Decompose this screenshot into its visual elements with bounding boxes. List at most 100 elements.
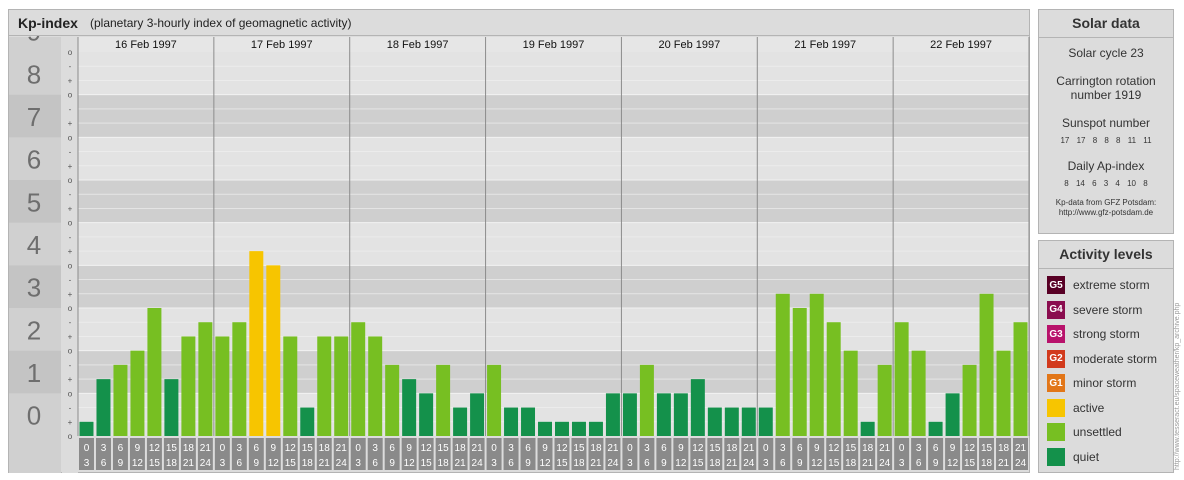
interval-start: 21 — [743, 443, 755, 454]
interval-end: 12 — [132, 458, 144, 469]
chart-subtitle: (planetary 3-hourly index of geomagnetic… — [90, 16, 352, 30]
interval-start: 6 — [933, 443, 939, 454]
y-minor-label: o — [68, 133, 73, 142]
interval-end: 15 — [556, 458, 568, 469]
kp-bar — [147, 308, 162, 436]
interval-start: 12 — [421, 443, 433, 454]
y-minor-label: - — [69, 404, 72, 413]
interval-start: 15 — [166, 443, 178, 454]
interval-start: 15 — [709, 443, 721, 454]
y-tick-label: 8 — [27, 59, 41, 89]
activity-level-swatch — [1047, 447, 1065, 466]
carrington-rotation-label: Carrington rotation — [1056, 74, 1156, 88]
interval-end: 21 — [862, 458, 874, 469]
y-tick-label: 2 — [27, 315, 41, 345]
kp-bar — [894, 322, 909, 436]
kp-bar — [758, 407, 773, 436]
chart-title: Kp-index — [18, 15, 78, 31]
interval-end: 3 — [220, 458, 226, 469]
y-minor-label: + — [68, 375, 73, 384]
y-minor-label: o — [68, 48, 73, 57]
interval-start: 0 — [899, 443, 905, 454]
interval-end: 21 — [455, 458, 467, 469]
kp-bar — [707, 407, 722, 436]
kp-bar — [368, 336, 383, 436]
kp-bar — [673, 393, 688, 436]
kp-bar — [164, 379, 179, 436]
kp-bar — [351, 322, 366, 436]
interval-end: 12 — [404, 458, 416, 469]
chart-title-bar: Kp-index (planetary 3-hourly index of ge… — [8, 9, 1030, 36]
y-tick-label: 7 — [27, 102, 41, 132]
interval-end: 18 — [845, 458, 857, 469]
kp-bar — [470, 393, 485, 436]
interval-end: 24 — [472, 458, 484, 469]
day-label: 21 Feb 1997 — [794, 39, 856, 51]
y-tick-label: 6 — [27, 145, 41, 175]
kp-bar — [130, 350, 145, 436]
interval-end: 21 — [998, 458, 1010, 469]
kp-bar — [300, 407, 315, 436]
interval-start: 18 — [590, 443, 602, 454]
kp-bar — [741, 407, 756, 436]
interval-start: 12 — [964, 443, 976, 454]
interval-end: 9 — [118, 458, 124, 469]
kp-bar — [538, 421, 552, 436]
interval-start: 12 — [828, 443, 840, 454]
kp-bar — [724, 407, 739, 436]
y-tick-label: 4 — [27, 230, 41, 260]
y-minor-label: + — [68, 76, 73, 85]
kp-bar — [1013, 322, 1028, 436]
kp-bar — [504, 407, 519, 436]
activity-level-label: active — [1073, 400, 1105, 415]
interval-start: 0 — [355, 443, 361, 454]
ap-index-label: Daily Ap-index — [1067, 159, 1145, 173]
interval-end: 24 — [1015, 458, 1027, 469]
plot-band — [78, 94, 1029, 138]
kp-bar — [605, 393, 620, 436]
day-label: 19 Feb 1997 — [523, 39, 585, 51]
interval-start: 18 — [319, 443, 331, 454]
y-minor-label: + — [68, 162, 73, 171]
interval-end: 15 — [964, 458, 976, 469]
activity-level-label: minor storm — [1073, 376, 1137, 390]
activity-level-label: severe storm — [1073, 302, 1143, 317]
interval-end: 9 — [797, 458, 803, 469]
kp-chart: 0123456789o+-o+-o+-o+-o+-o+-o+-o+-o+-o16… — [9, 17, 1030, 473]
day-label: 18 Feb 1997 — [387, 39, 449, 51]
interval-end: 12 — [811, 458, 823, 469]
interval-start: 6 — [797, 443, 803, 454]
interval-start: 12 — [285, 443, 297, 454]
y-minor-label: - — [69, 276, 72, 285]
activity-level-swatch — [1047, 398, 1065, 417]
activity-level-label: quiet — [1073, 449, 1100, 464]
interval-end: 6 — [780, 458, 786, 469]
interval-end: 9 — [525, 458, 531, 469]
interval-start: 9 — [135, 443, 141, 454]
interval-end: 24 — [607, 458, 619, 469]
interval-end: 3 — [763, 458, 769, 469]
interval-end: 3 — [355, 458, 361, 469]
kp-bar — [860, 421, 875, 436]
plot-band — [78, 52, 1029, 95]
activity-level-label: extreme storm — [1073, 278, 1150, 292]
interval-start: 6 — [525, 443, 531, 454]
interval-start: 9 — [678, 443, 684, 454]
sunspot-label: Sunspot number — [1061, 116, 1151, 130]
interval-end: 9 — [389, 458, 395, 469]
interval-end: 9 — [933, 458, 939, 469]
y-minor-label: o — [68, 261, 73, 270]
interval-start: 9 — [814, 443, 820, 454]
kp-bar — [962, 364, 977, 436]
kp-bar — [487, 364, 502, 436]
interval-start: 21 — [336, 443, 348, 454]
interval-end: 12 — [539, 458, 551, 469]
interval-end: 9 — [254, 458, 260, 469]
interval-start: 15 — [845, 443, 857, 454]
activity-level-swatch: G2 — [1047, 349, 1065, 368]
y-tick-label: 3 — [27, 273, 41, 303]
carrington-rotation-number: number 1919 — [1070, 88, 1142, 102]
kp-bar — [181, 336, 196, 436]
activity-level-label: moderate storm — [1073, 351, 1158, 366]
y-minor-label: - — [69, 105, 72, 114]
